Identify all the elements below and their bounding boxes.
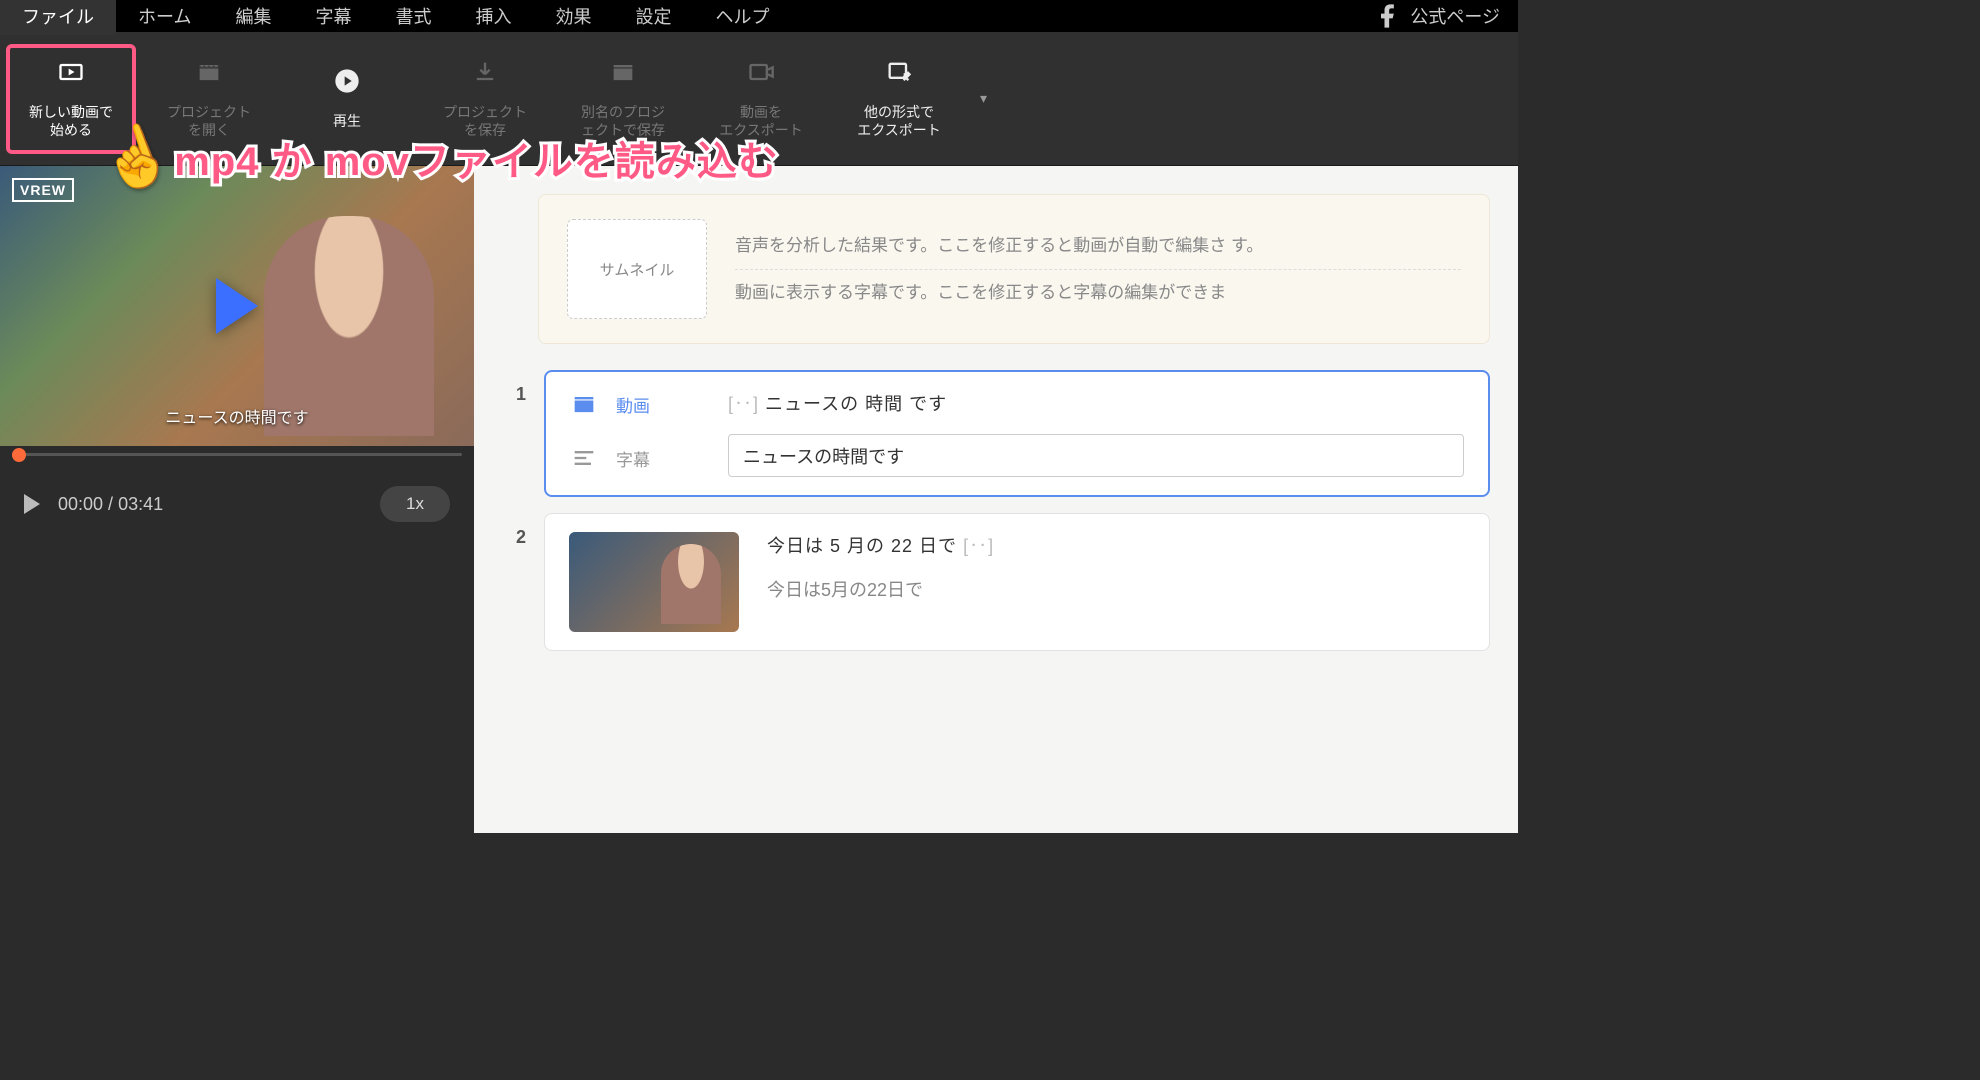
vrew-logo: VREW [12, 178, 74, 202]
chevron-down-icon: ▾ [980, 90, 987, 106]
export-video-icon [747, 58, 775, 95]
time-display: 00:00 / 03:41 [58, 494, 362, 515]
toolbar-more-dropdown[interactable]: ▾ [972, 90, 995, 107]
menu-edit[interactable]: 編集 [213, 0, 293, 35]
menu-insert[interactable]: 挿入 [453, 0, 533, 35]
transcript-text[interactable]: 今日は 5 月の 22 日で [‥] [767, 532, 1465, 558]
play-button[interactable]: 再生 [282, 44, 412, 154]
clip-row: 2 今日は 5 月の 22 日で [‥] 今日は5月の22日で [474, 505, 1518, 659]
clapper-icon [195, 58, 223, 95]
speed-button[interactable]: 1x [380, 486, 450, 522]
clip-number: 1 [498, 370, 526, 497]
clapper-icon [570, 390, 598, 418]
new-video-button[interactable]: 新しい動画で 始める [6, 44, 136, 154]
menu-effect[interactable]: 効果 [533, 0, 613, 35]
thumbnail-placeholder[interactable]: サムネイル [567, 219, 707, 319]
download-icon [471, 58, 499, 95]
menu-subtitle[interactable]: 字幕 [293, 0, 373, 35]
preview-panel: VREW ニュースの時間です 00:00 / 03:41 1x [0, 166, 474, 833]
toolbar: 新しい動画で 始める プロジェクト を開く 再生 プロジェクト を保存 別名のプ… [0, 32, 1518, 166]
menu-settings[interactable]: 設定 [613, 0, 693, 35]
player-controls: 00:00 / 03:41 1x [0, 464, 474, 544]
clip-row: 1 動画 字幕 [‥] [474, 362, 1518, 505]
video-label-row[interactable]: 動画 [570, 390, 700, 418]
open-project-label: プロジェクト を開く [167, 103, 251, 139]
subtitle-text[interactable]: 今日は5月の22日で [767, 576, 1465, 602]
video-label: 動画 [616, 392, 650, 417]
save-project-label: プロジェクト を保存 [443, 103, 527, 139]
transcript-text[interactable]: [‥] ニュースの 時間 です [728, 390, 1464, 416]
clip-list-panel: サムネイル 音声を分析した結果です。ここを修正すると動画が自動で編集さ す。 動… [474, 166, 1518, 833]
subtitle-lines-icon [570, 444, 598, 472]
menu-home[interactable]: ホーム [116, 0, 213, 35]
clip-thumbnail[interactable] [569, 532, 739, 632]
new-video-icon [57, 58, 85, 95]
save-as-button[interactable]: 別名のプロジ ェクトで保存 [558, 44, 688, 154]
presenter-figure [264, 216, 434, 436]
clapper-save-icon [609, 58, 637, 95]
save-project-button[interactable]: プロジェクト を保存 [420, 44, 550, 154]
subtitle-label: 字幕 [616, 446, 650, 471]
clip-card-selected[interactable]: 動画 字幕 [‥] ニュースの 時間 です [544, 370, 1490, 497]
info-line-subtitle: 動画に表示する字幕です。ここを修正すると字幕の編集ができま [735, 270, 1461, 316]
play-circle-icon [333, 67, 361, 104]
scrubber-thumb[interactable] [12, 448, 26, 462]
export-other-label: 他の形式で エクスポート [857, 103, 941, 139]
export-video-label: 動画を エクスポート [719, 103, 803, 139]
clip-number: 2 [498, 513, 526, 651]
official-page-link[interactable]: 公式ページ [1374, 2, 1518, 30]
menu-help[interactable]: ヘルプ [693, 0, 791, 35]
scrubber[interactable] [0, 446, 474, 464]
subtitle-label-row[interactable]: 字幕 [570, 444, 700, 472]
open-project-button[interactable]: プロジェクト を開く [144, 44, 274, 154]
export-other-button[interactable]: 他の形式で エクスポート [834, 44, 964, 154]
video-preview[interactable]: VREW ニュースの時間です [0, 166, 474, 446]
subtitle-input[interactable] [728, 434, 1464, 477]
play-label: 再生 [333, 112, 361, 130]
menu-file[interactable]: ファイル [0, 0, 116, 35]
menubar: ファイル ホーム 編集 字幕 書式 挿入 効果 設定 ヘルプ 公式ページ [0, 0, 1518, 32]
save-as-label: 別名のプロジ ェクトで保存 [581, 103, 665, 139]
info-line-audio: 音声を分析した結果です。ここを修正すると動画が自動で編集さ す。 [735, 223, 1461, 270]
export-other-icon [885, 58, 913, 95]
player-play-button[interactable] [24, 494, 40, 514]
official-page-label: 公式ページ [1410, 3, 1500, 29]
export-video-button[interactable]: 動画を エクスポート [696, 44, 826, 154]
new-video-label: 新しい動画で 始める [29, 103, 113, 139]
play-overlay-icon[interactable] [216, 278, 258, 334]
menu-format[interactable]: 書式 [373, 0, 453, 35]
burned-caption: ニュースの時間です [165, 404, 308, 428]
clip-card[interactable]: 今日は 5 月の 22 日で [‥] 今日は5月の22日で [544, 513, 1490, 651]
facebook-icon [1374, 2, 1402, 30]
info-box: サムネイル 音声を分析した結果です。ここを修正すると動画が自動で編集さ す。 動… [538, 194, 1490, 344]
